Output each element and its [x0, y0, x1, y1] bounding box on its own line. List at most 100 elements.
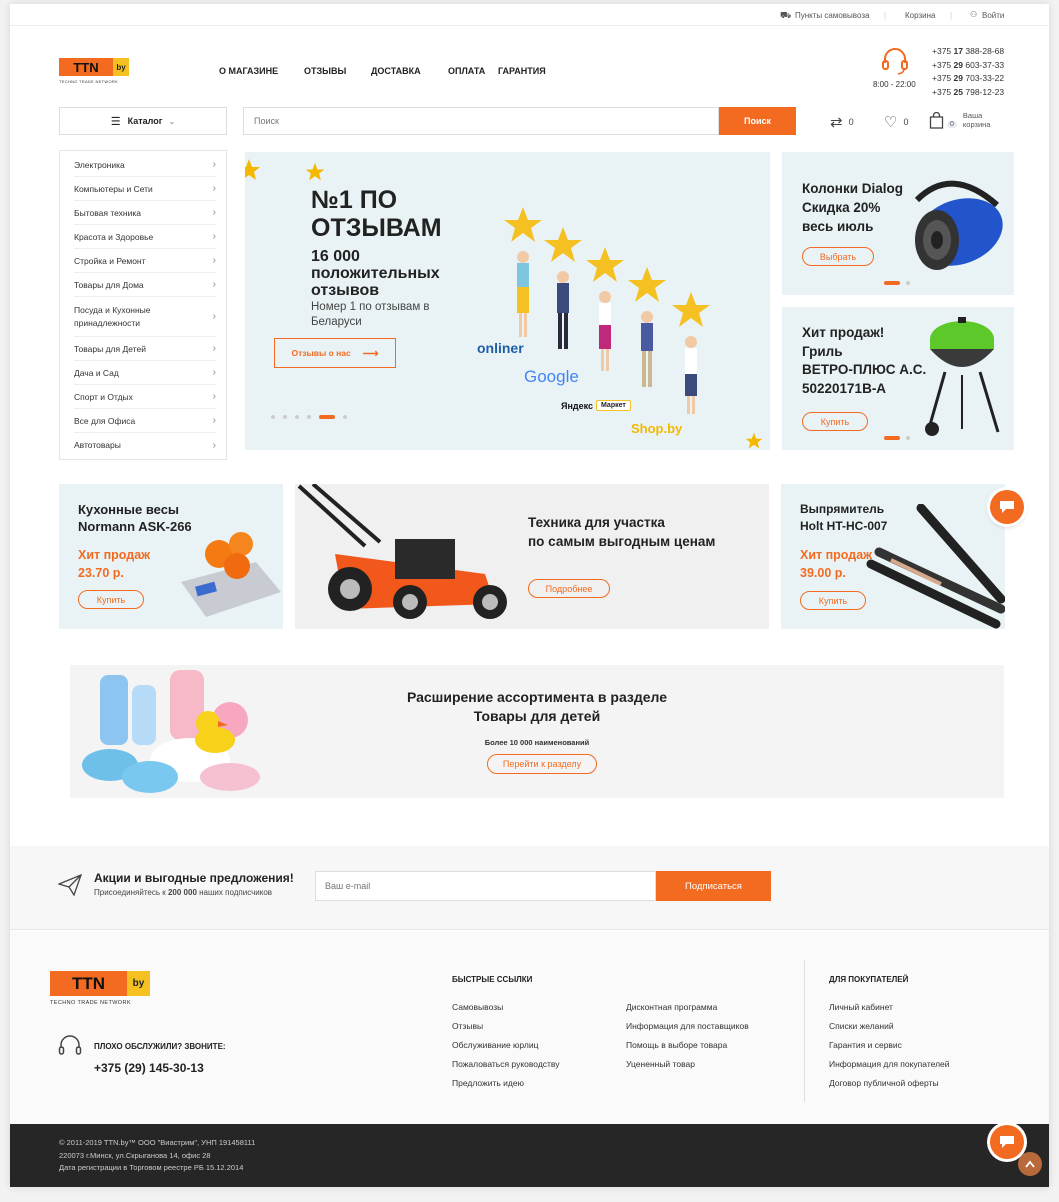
chevron-right-icon: ›	[212, 183, 216, 194]
speakers-banner-text: Колонки Dialog Скидка 20% весь июль	[802, 181, 904, 234]
phone-2[interactable]: +375 29 603-37-33	[932, 59, 1004, 73]
cart-label: корзина	[962, 120, 991, 129]
footer-link[interactable]: Пожаловаться руководству	[452, 1059, 560, 1069]
catalog-label: Каталог	[127, 116, 163, 126]
buy-button[interactable]: Купить	[78, 590, 144, 609]
category-item[interactable]: Бытовая техника ›	[74, 201, 216, 225]
buyers-title: ДЛЯ ПОКУПАТЕЛЕЙ	[829, 975, 909, 984]
footer-link[interactable]: Личный кабинет	[829, 1002, 893, 1012]
kids-title: Расширение ассортимента в разделе Товары …	[406, 689, 668, 724]
people-stars-illustration	[504, 207, 710, 414]
speakers-banner[interactable]: Колонки Dialog Скидка 20% весь июль Выбрат…	[782, 152, 1014, 295]
wishlist-button[interactable]: ♡ 0	[884, 113, 908, 131]
category-item[interactable]: Стройка и Ремонт ›	[74, 249, 216, 273]
footer-link[interactable]: Отзывы	[452, 1021, 483, 1031]
category-item[interactable]: Дача и Сад ›	[74, 361, 216, 385]
category-item[interactable]: Товары для Детей ›	[74, 337, 216, 361]
nav-delivery[interactable]: ДОСТАВКА	[371, 66, 421, 76]
kids-banner[interactable]: Расширение ассортимента в разделе Товары …	[70, 665, 1004, 798]
scroll-top-button[interactable]	[1018, 1152, 1042, 1176]
go-to-section-button[interactable]: Перейти к разделу	[487, 754, 597, 774]
footer-link[interactable]: Списки желаний	[829, 1021, 894, 1031]
chevron-right-icon: ›	[212, 279, 216, 290]
complaint-label: ПЛОХО ОБСЛУЖИЛИ? ЗВОНИТЕ:	[94, 1042, 226, 1051]
straightener-promo[interactable]: Выпрямитель Holt HT-HC-007 Хит продаж 39.0…	[781, 484, 1005, 629]
footer-link[interactable]: Информация для покупателей	[829, 1059, 950, 1069]
cart-button[interactable]: 0 Ваша корзина	[929, 111, 990, 129]
phone-1[interactable]: +375 17 388-28-68	[932, 45, 1004, 59]
search-button[interactable]: Поиск	[719, 107, 796, 135]
email-field[interactable]	[315, 871, 656, 901]
scales-promo[interactable]: Кухонные весы Normann ASK-266 Хит продаж 2…	[59, 484, 283, 629]
bag-icon	[929, 111, 944, 129]
compare-count: 0	[848, 117, 854, 127]
hero-slider[interactable]: №1 ПО ОТЗЫВАМ 16 000 положительных отзывов …	[245, 152, 770, 450]
footer-link[interactable]: Информация для поставщиков	[626, 1021, 749, 1031]
subscribe-button[interactable]: Подписаться	[656, 871, 771, 901]
chat-button[interactable]	[990, 1125, 1024, 1159]
kids-subtitle: Более 10 000 наименований	[484, 738, 590, 747]
buy-button[interactable]: Купить	[800, 591, 866, 610]
phone-3[interactable]: +375 29 703-33-22	[932, 72, 1004, 86]
complaint-phone[interactable]: +375 (29) 145-30-13	[94, 1061, 204, 1075]
category-item[interactable]: Автотовары ›	[74, 433, 216, 457]
category-item[interactable]: Электроника ›	[74, 153, 216, 177]
cart-count: 0	[947, 120, 957, 128]
scales-hit-label: Хит продаж 23.70 р.	[78, 548, 151, 580]
phone-4[interactable]: +375 25 798-12-23	[932, 86, 1004, 100]
footer-link[interactable]: Помощь в выборе товара	[626, 1040, 727, 1050]
category-item[interactable]: Спорт и Отдых ›	[74, 385, 216, 409]
footer-link[interactable]: Обслуживание юрлиц	[452, 1040, 538, 1050]
working-hours: 8:00 - 22:00	[873, 80, 916, 89]
more-button[interactable]: Подробнее	[528, 579, 610, 598]
logo[interactable]: TTN by TECHNO TRADE NETWORK	[59, 58, 131, 88]
catalog-button[interactable]: ☰ Каталог ⌄	[59, 107, 227, 135]
pickup-link[interactable]: Пункты самовывоза	[795, 11, 869, 20]
divider: |	[950, 11, 953, 20]
grill-banner[interactable]: Хит продаж! Гриль ВЕТРО-ПЛЮС А.С. 50220171В…	[782, 307, 1014, 450]
footer-link[interactable]: Предложить идею	[452, 1078, 524, 1088]
straightener-image	[866, 504, 1005, 629]
chevron-right-icon: ›	[212, 439, 216, 451]
buy-button[interactable]: Купить	[802, 412, 868, 431]
footer-link[interactable]: Гарантия и сервис	[829, 1040, 902, 1050]
nav-reviews[interactable]: ОТЗЫВЫ	[304, 66, 346, 76]
brand-yandex: Яндекс Маркет	[561, 400, 631, 411]
category-item[interactable]: Красота и Здоровье ›	[74, 225, 216, 249]
headset-icon	[882, 48, 908, 81]
nav-warranty[interactable]: ГАРАНТИЯ	[498, 66, 546, 76]
cart-label: Ваша	[962, 111, 983, 120]
footer-link[interactable]: Договор публичной оферты	[829, 1078, 939, 1088]
nav-payment[interactable]: ОПЛАТА	[448, 66, 485, 76]
chevron-right-icon: ›	[212, 207, 216, 218]
legal-info: © 2011-2019 TTN.by™ ООО "Виастрим", УНП …	[59, 1138, 256, 1172]
speaker-image	[914, 180, 1003, 270]
reviews-button[interactable]: Отзывы о нас ⟶	[274, 338, 396, 368]
compare-icon: ⇄	[830, 114, 843, 131]
garden-promo[interactable]: Техника для участка по самым выгодным цен…	[295, 484, 769, 629]
category-item[interactable]: Посуда и Кухонные принадлежности ›	[74, 297, 216, 337]
category-item[interactable]: Товары для Дома ›	[74, 273, 216, 297]
compare-button[interactable]: ⇄ 0	[830, 113, 854, 131]
hero-description: Номер 1 по отзывам в Беларуси	[311, 301, 430, 328]
choose-button[interactable]: Выбрать	[802, 247, 874, 266]
slider-dots[interactable]	[271, 415, 347, 419]
search-input[interactable]	[243, 107, 719, 135]
login-link[interactable]: Войти	[982, 11, 1004, 20]
footer-link[interactable]: Уцененный товар	[626, 1059, 695, 1069]
chat-button[interactable]	[990, 490, 1024, 524]
slider-dots[interactable]	[884, 436, 910, 440]
logo-suffix: by	[127, 971, 150, 996]
footer-link[interactable]: Самовывозы	[452, 1002, 503, 1012]
nav-about[interactable]: О МАГАЗИНЕ	[219, 66, 278, 76]
category-menu: Электроника › Компьютеры и Сети › Бытовая …	[59, 150, 227, 460]
chevron-right-icon: ›	[212, 231, 216, 242]
slider-dots[interactable]	[884, 281, 910, 285]
footer-logo[interactable]: TTN by TECHNO TRADE NETWORK	[50, 971, 152, 1006]
logo-mark: TTN	[59, 58, 113, 76]
chevron-right-icon: ›	[212, 343, 216, 354]
category-item[interactable]: Компьютеры и Сети ›	[74, 177, 216, 201]
category-item[interactable]: Все для Офиса ›	[74, 409, 216, 433]
cart-link[interactable]: Корзина	[905, 11, 935, 20]
footer-link[interactable]: Дисконтная программа	[626, 1002, 717, 1012]
